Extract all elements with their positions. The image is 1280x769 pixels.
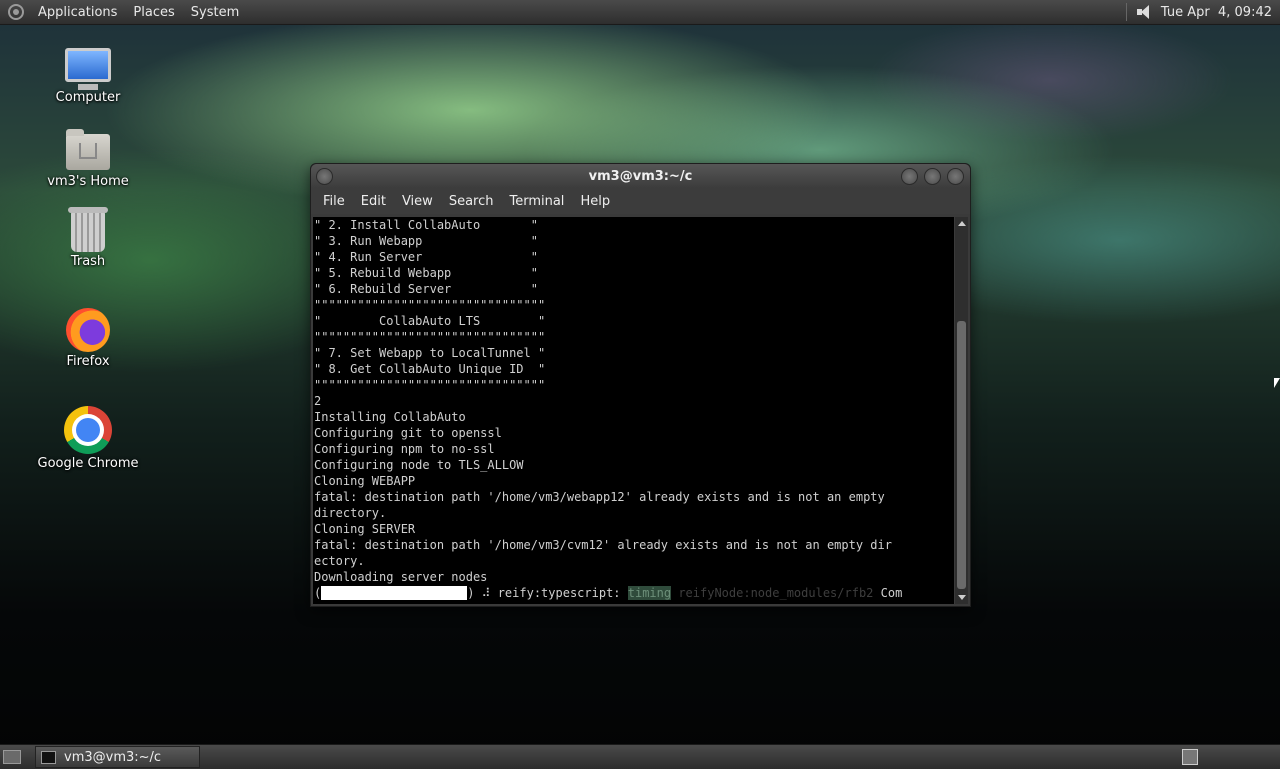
terminal-line: " 3. Run Webapp " xyxy=(314,234,538,248)
terminal-line: " 7. Set Webapp to LocalTunnel " xyxy=(314,346,546,360)
terminal-line: Configuring node to TLS_ALLOW xyxy=(314,458,524,472)
clock[interactable]: Tue Apr 4, 09:42 xyxy=(1161,5,1272,20)
maximize-icon[interactable] xyxy=(924,168,941,185)
desktop-icon-label: vm3's Home xyxy=(47,174,129,189)
menu-file[interactable]: File xyxy=(315,194,353,209)
distro-logo-icon[interactable] xyxy=(8,4,24,20)
progress-bar xyxy=(321,586,468,600)
desktop-icon-label: Firefox xyxy=(66,354,110,369)
window-title: vm3@vm3:~/c xyxy=(588,168,693,184)
computer-icon xyxy=(65,48,111,90)
desktop-icon-label: Computer xyxy=(55,90,121,105)
terminal-output[interactable]: " 2. Install CollabAuto " " 3. Run Webapp… xyxy=(313,217,954,604)
terminal-line: Configuring npm to no-ssl xyxy=(314,442,495,456)
menu-view[interactable]: View xyxy=(394,194,441,209)
minimize-icon[interactable] xyxy=(901,168,918,185)
progress-detail: reifyNode:node_modules/rfb2 xyxy=(671,586,874,600)
terminal-line: " 5. Rebuild Webapp " xyxy=(314,266,538,280)
system-menu[interactable]: System xyxy=(183,5,247,20)
menu-terminal[interactable]: Terminal xyxy=(501,194,572,209)
terminal-line: " 2. Install CollabAuto " xyxy=(314,218,538,232)
workspace-switcher[interactable] xyxy=(1182,749,1198,765)
menu-edit[interactable]: Edit xyxy=(353,194,394,209)
menu-help[interactable]: Help xyxy=(572,194,618,209)
window-titlebar[interactable]: vm3@vm3:~/c xyxy=(311,164,970,188)
terminal-menubar: File Edit View Search Terminal Help xyxy=(311,188,970,214)
terminal-line: " 8. Get CollabAuto Unique ID " xyxy=(314,362,546,376)
terminal-line: Installing CollabAuto xyxy=(314,410,466,424)
menu-search[interactable]: Search xyxy=(441,194,502,209)
terminal-line: Cloning WEBAPP xyxy=(314,474,416,488)
terminal-icon xyxy=(41,750,56,764)
desktop-icon-label: Google Chrome xyxy=(37,456,139,471)
terminal-line: fatal: destination path '/home/vm3/cvm12… xyxy=(314,538,892,552)
bottom-panel: vm3@vm3:~/c xyxy=(0,744,1280,769)
terminal-line: directory. xyxy=(314,506,387,520)
terminal-line: ectory. xyxy=(314,554,365,568)
terminal-line: " 6. Rebuild Server " xyxy=(314,282,538,296)
show-desktop-icon[interactable] xyxy=(3,750,21,764)
terminal-line: " 4. Run Server " xyxy=(314,250,538,264)
terminal-line: 2 xyxy=(314,394,322,408)
firefox-icon xyxy=(66,308,110,352)
terminal-line: """""""""""""""""""""""""""""""" xyxy=(314,330,546,344)
scrollbar-thumb[interactable] xyxy=(957,321,966,589)
scroll-up-icon[interactable] xyxy=(958,221,966,226)
terminal-line: fatal: destination path '/home/vm3/webap… xyxy=(314,490,885,504)
progress-line: () ⠼ reify:typescript: timing reifyNode:… xyxy=(314,586,903,600)
taskbar-label: vm3@vm3:~/c xyxy=(64,749,162,765)
desktop-icon-computer[interactable]: Computer xyxy=(28,48,148,105)
terminal-line: """""""""""""""""""""""""""""""" xyxy=(314,298,546,312)
terminal-line: """""""""""""""""""""""""""""""" xyxy=(314,378,546,392)
desktop-icon-home[interactable]: vm3's Home xyxy=(28,129,148,189)
places-menu[interactable]: Places xyxy=(125,5,182,20)
timing-label: timing xyxy=(627,586,672,600)
trash-icon xyxy=(68,207,108,252)
terminal-text: " 2. Install CollabAuto " " 3. Run Webapp… xyxy=(313,217,954,585)
panel-separator xyxy=(1125,3,1127,21)
desktop-icon-chrome[interactable]: Google Chrome xyxy=(28,406,148,471)
close-icon[interactable] xyxy=(947,168,964,185)
chrome-icon xyxy=(64,406,112,454)
applications-menu[interactable]: Applications xyxy=(30,5,125,20)
terminal-line: " CollabAuto LTS " xyxy=(314,314,546,328)
top-panel: Applications Places System Tue Apr 4, 09… xyxy=(0,0,1280,25)
desktop-icon-firefox[interactable]: Firefox xyxy=(28,308,148,369)
terminal-window[interactable]: vm3@vm3:~/c File Edit View Search Termin… xyxy=(310,163,971,607)
terminal-line: Configuring git to openssl xyxy=(314,426,502,440)
volume-icon[interactable] xyxy=(1135,4,1153,20)
terminal-line: Cloning SERVER xyxy=(314,522,416,536)
scroll-down-icon[interactable] xyxy=(958,595,966,600)
terminal-scrollbar[interactable] xyxy=(955,217,968,604)
mouse-cursor-icon xyxy=(1274,378,1280,388)
taskbar-terminal-button[interactable]: vm3@vm3:~/c xyxy=(35,746,200,768)
desktop-icon-trash[interactable]: Trash xyxy=(28,207,148,269)
terminal-line: Downloading server nodes xyxy=(314,570,488,584)
home-folder-icon xyxy=(66,129,110,170)
window-menu-icon[interactable] xyxy=(316,168,333,185)
desktop-icon-label: Trash xyxy=(70,254,106,269)
